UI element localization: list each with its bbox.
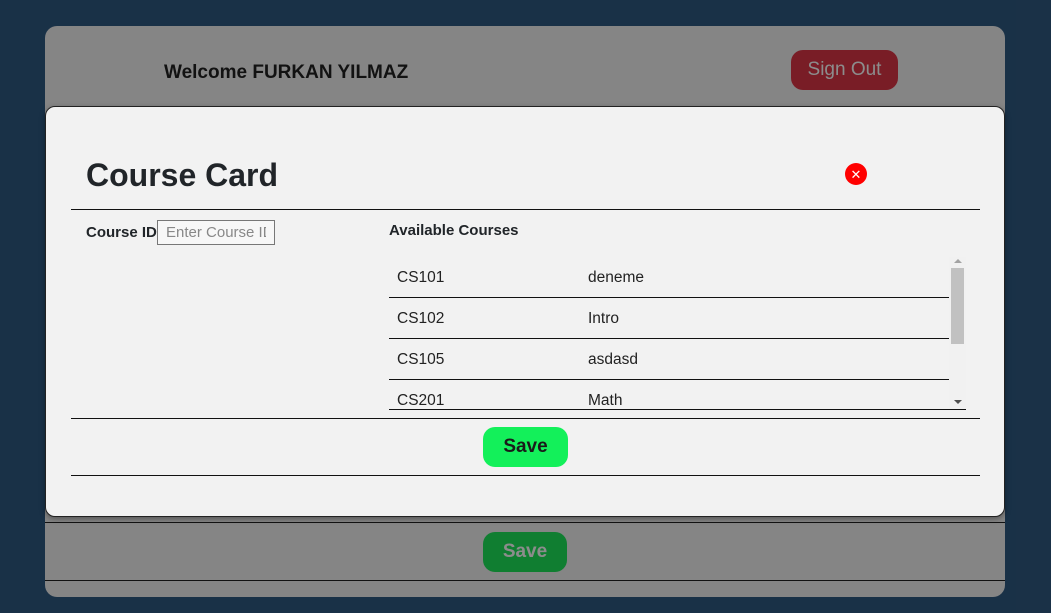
scroll-up-arrow-icon[interactable] [954, 259, 962, 263]
course-name: Intro [588, 310, 620, 327]
course-name: Math [588, 392, 623, 409]
available-courses-list[interactable]: CS101 deneme CS102 Intro CS105 asdasd CS… [389, 257, 966, 410]
course-row[interactable]: CS101 deneme [389, 257, 949, 298]
close-icon[interactable]: ✕ [845, 163, 867, 185]
sign-out-button[interactable]: Sign Out [791, 50, 898, 90]
footer-divider [71, 418, 980, 419]
course-code: CS101 [397, 269, 445, 286]
footer-divider [71, 475, 980, 476]
modal-title: Course Card [86, 157, 279, 193]
course-code: CS105 [397, 351, 445, 368]
course-name: deneme [588, 269, 645, 286]
course-name: asdasd [588, 351, 638, 368]
course-id-input[interactable] [157, 220, 275, 245]
scrollbar-thumb[interactable] [951, 268, 964, 344]
course-code: CS102 [397, 310, 445, 327]
list-scrollbar[interactable] [949, 257, 966, 410]
save-button[interactable]: Save [483, 427, 568, 467]
available-courses-title: Available Courses [389, 222, 519, 239]
course-row[interactable]: CS201 Math [389, 380, 949, 410]
course-row[interactable]: CS102 Intro [389, 298, 949, 339]
divider [45, 522, 1005, 523]
course-row[interactable]: CS105 asdasd [389, 339, 949, 380]
welcome-text: Welcome FURKAN YILMAZ [164, 62, 409, 83]
course-id-label: Course ID [86, 224, 157, 241]
course-card-modal: Course Card ✕ Course ID Available Course… [45, 106, 1005, 517]
divider [45, 580, 1005, 581]
header-divider [71, 209, 980, 210]
background-save-button[interactable]: Save [483, 532, 567, 572]
list-divider [389, 409, 966, 410]
scroll-down-arrow-icon[interactable] [954, 400, 962, 404]
course-code: CS201 [397, 392, 445, 409]
